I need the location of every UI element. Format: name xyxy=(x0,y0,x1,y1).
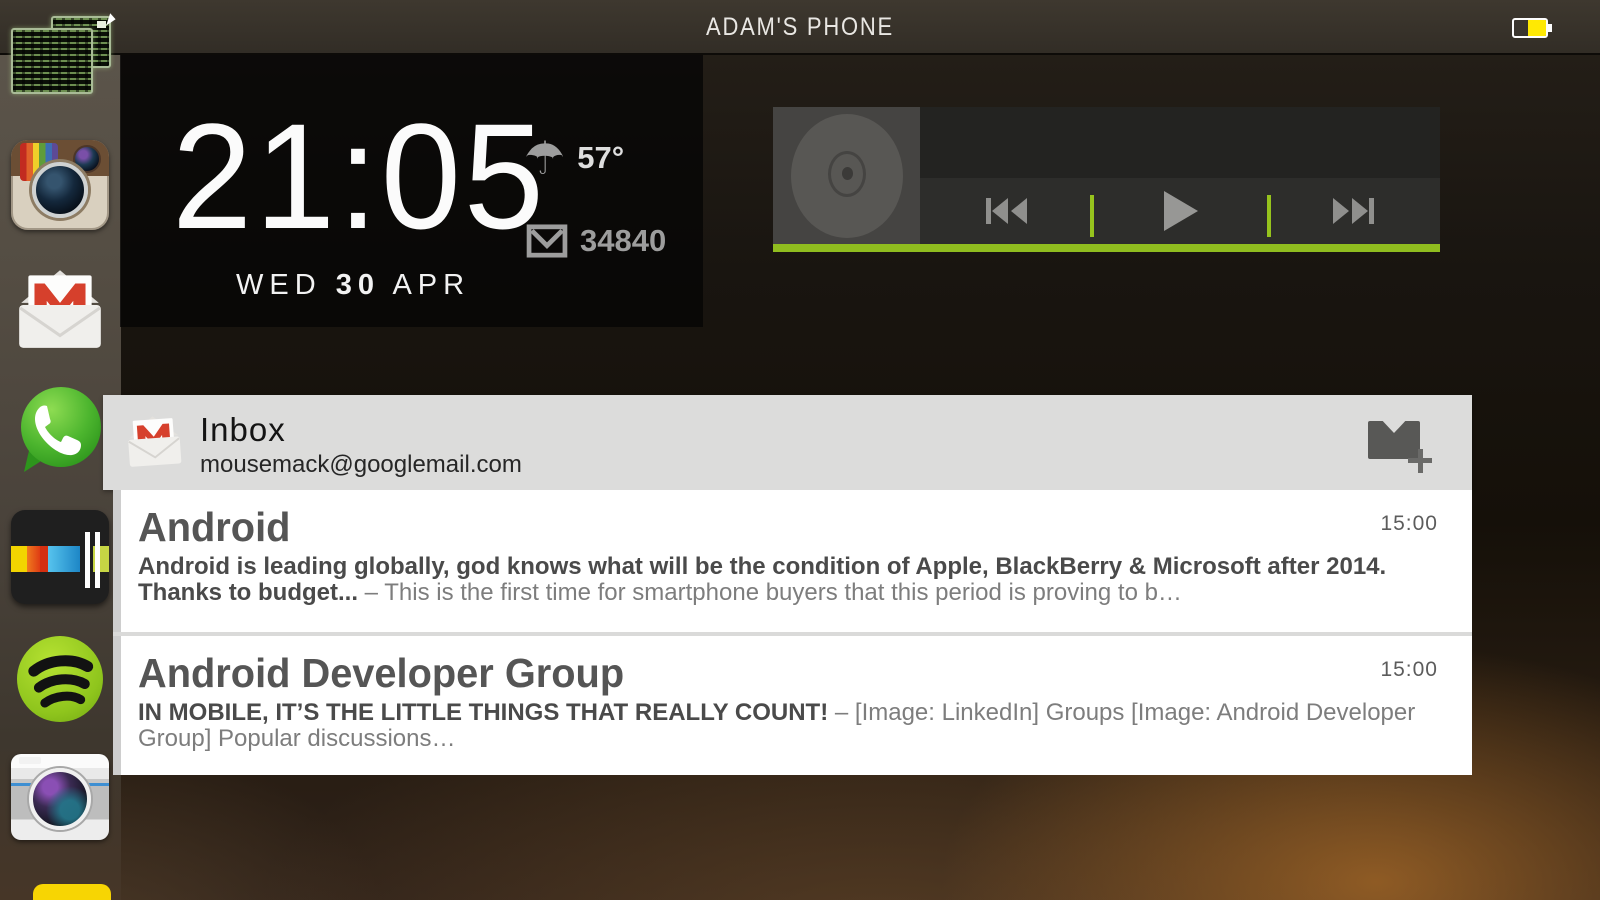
camera-lens-icon xyxy=(32,162,88,219)
battery-icon xyxy=(1512,18,1548,38)
play-button[interactable] xyxy=(1093,178,1266,244)
account-email: mousemack@googlemail.com xyxy=(200,451,522,478)
battery-nub xyxy=(1548,24,1552,32)
date-weekday: WED xyxy=(236,269,322,301)
gmail-widget-header[interactable]: Inbox mousemack@googlemail.com xyxy=(103,395,1472,490)
compose-new-email-button[interactable] xyxy=(1368,419,1434,473)
home-screen: ADAM'S PHONE 21:05 WED 30 APR ☂ 57° 3484… xyxy=(0,0,1600,900)
status-bar: ADAM'S PHONE xyxy=(0,0,1600,55)
clock-time: 21:05 xyxy=(172,92,547,260)
unread-count: 34840 xyxy=(580,223,667,258)
terminal-app-icon[interactable] xyxy=(11,13,117,98)
whatsapp-app-icon[interactable] xyxy=(11,384,109,476)
email-row[interactable]: Android Developer Group 15:00 IN MOBILE,… xyxy=(121,636,1472,775)
control-divider xyxy=(1267,195,1271,237)
gmail-envelope-icon xyxy=(526,224,568,258)
email-preview: IN MOBILE, IT’S THE LITTLE THINGS THAT R… xyxy=(138,700,1417,752)
next-track-button[interactable] xyxy=(1267,178,1440,244)
play-icon xyxy=(1163,191,1198,231)
unread-mail-summary[interactable]: 34840 xyxy=(526,223,666,259)
previous-track-button[interactable] xyxy=(920,178,1093,244)
snapchat-app-icon-partial[interactable] xyxy=(33,884,111,900)
stitcher-app-icon[interactable] xyxy=(11,510,109,604)
clock-widget[interactable]: 21:05 WED 30 APR ☂ 57° 34840 xyxy=(120,55,703,327)
gmail-envelope-icon xyxy=(128,416,182,467)
device-title: ADAM'S PHONE xyxy=(706,13,894,41)
email-sender: Android xyxy=(138,504,291,550)
playback-controls xyxy=(920,178,1440,244)
email-row[interactable]: Android 15:00 Android is leading globall… xyxy=(121,490,1472,632)
playback-progress-bar[interactable] xyxy=(773,244,1440,252)
previous-track-icon xyxy=(985,198,1027,224)
email-preview: Android is leading globally, god knows w… xyxy=(138,554,1417,606)
compose-new-email-icon xyxy=(1368,421,1420,459)
email-time: 15:00 xyxy=(1380,658,1438,681)
date-month: APR xyxy=(392,269,471,301)
temperature-label: 57° xyxy=(577,140,625,175)
gmail-app-icon[interactable] xyxy=(11,262,109,354)
album-art[interactable] xyxy=(773,107,920,244)
camera-lens-icon xyxy=(29,767,91,830)
control-divider xyxy=(1090,195,1094,237)
email-snippet: – This is the first time for smartphone … xyxy=(364,579,1182,606)
email-sender: Android Developer Group xyxy=(138,650,625,696)
instagram-app-icon[interactable] xyxy=(11,140,109,230)
umbrella-icon: ☂ xyxy=(524,132,566,184)
email-subject: IN MOBILE, IT’S THE LITTLE THINGS THAT R… xyxy=(138,699,829,726)
inbox-title: Inbox xyxy=(200,411,286,448)
clock-date: WED 30 APR xyxy=(236,269,470,302)
gmail-inbox-widget: Inbox mousemack@googlemail.com Android 1… xyxy=(103,395,1472,775)
shutter-button-icon xyxy=(19,757,41,764)
email-time: 15:00 xyxy=(1380,512,1438,535)
weather-summary[interactable]: ☂ 57° xyxy=(524,135,624,181)
email-list: Android 15:00 Android is leading globall… xyxy=(113,490,1472,775)
spotify-app-icon[interactable] xyxy=(11,634,109,726)
music-player-widget xyxy=(773,107,1440,252)
next-track-icon xyxy=(1333,198,1375,224)
camera-app-icon[interactable] xyxy=(11,754,109,840)
date-day: 30 xyxy=(335,269,380,301)
track-info-area[interactable] xyxy=(920,107,1440,178)
